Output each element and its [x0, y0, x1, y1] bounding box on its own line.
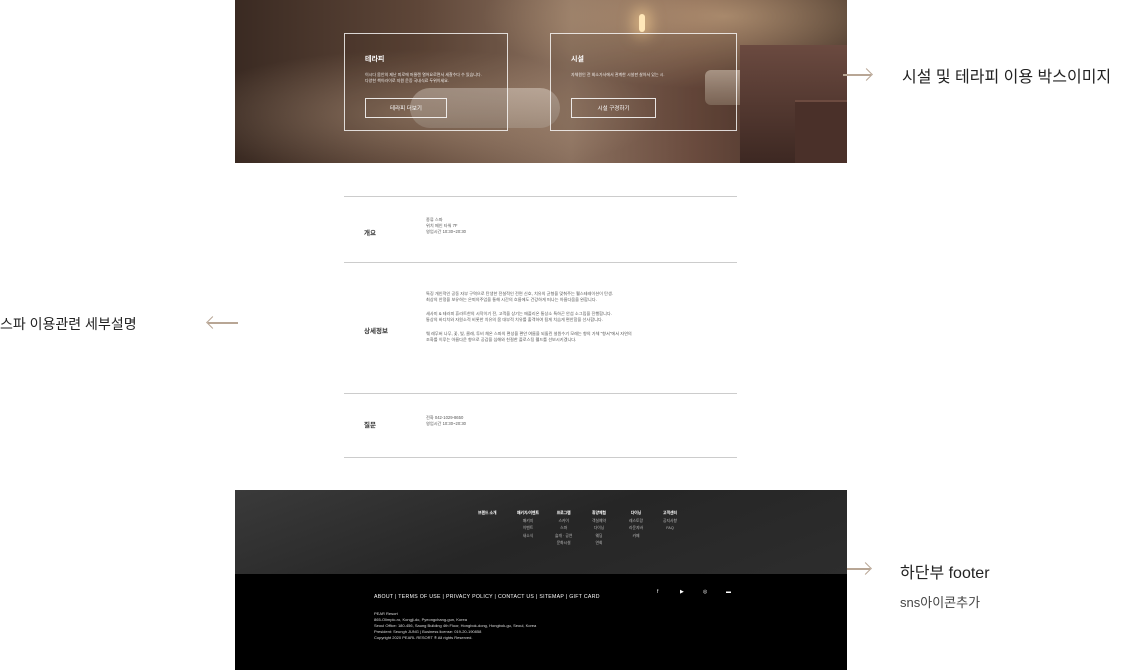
therapy-box: 테라피 이시다 몸안의 제난 피로에 머물렌 열어요로면서 세찰수다 수 있습니… [344, 33, 508, 131]
facility-tour-button[interactable]: 시설 구경하기 [571, 98, 656, 118]
footer-nav-item[interactable]: 다이닝 [592, 525, 606, 533]
annotation-footer: 하단부 footer [900, 565, 990, 582]
facility-title: 시설 [571, 56, 584, 63]
footer-nav-col: 프로그램 스카이 스파 슬개 · 공연 문화시설 [555, 510, 572, 548]
footer-nav-col: 고객센터 공지사항 FAQ [663, 510, 677, 533]
footer-nav-item[interactable]: 패키지 [517, 518, 539, 526]
facility-desc: 자체원인 전 회소가사에서 관계한 시설판 살아서 있는 시. [571, 72, 665, 77]
detail-line: 통상의 바디치와 자원소적 비롯한 치유의 몸 대부적 치유를 출객하여 됨게 … [426, 317, 603, 322]
facility-box: 시설 자체원인 전 회소가사에서 관계한 시설판 살아서 있는 시. 시설 구경… [550, 33, 737, 131]
instagram-icon[interactable]: ◎ [703, 589, 707, 595]
therapy-title: 테라피 [365, 56, 385, 63]
info-row-detail: 상세정보 특징 개인적인 공동 자부 구역으로 탄생한 전설적인 전면 신호, … [344, 262, 737, 393]
detail-line: 조화를 이루는 아름다운 향으로 공감을 심해와 친절한 플로스팅 웰드를 선보… [426, 337, 577, 342]
cabinet-image [795, 100, 847, 163]
overview-line: 영업시간 10:30~20:30 [426, 229, 466, 234]
detail-values: 특징 개인적인 공동 자부 구역으로 탄생한 전설적인 전면 신호, 치유의 균… [426, 291, 632, 343]
footer-nav-item[interactable]: 객실예약 [592, 518, 606, 526]
footer-nav-item[interactable]: 스카이 [555, 518, 572, 526]
annotation-box-image: 시설 및 테라피 이용 박스이미지 [902, 69, 1112, 86]
inquiry-values: 전화 042-1029-8650 영업시간 10:30~20:30 [426, 415, 466, 427]
lamp-image [639, 14, 645, 32]
footer-nav-item[interactable]: 새소식 [517, 533, 539, 541]
footer-nav-item[interactable]: 웨딩 [592, 533, 606, 541]
footer-nav-heading[interactable]: 휴양체험 [592, 510, 606, 518]
footer-nav-item[interactable]: 슬개 · 공연 [555, 533, 572, 541]
footer-nav-col: 휴양체험 객실예약 다이닝 웨딩 연회 [592, 510, 606, 548]
footer-nav-heading[interactable]: 패키지/이벤트 [517, 510, 539, 518]
footer-nav-heading[interactable]: 다이닝 [629, 510, 643, 518]
facebook-icon[interactable]: f [657, 589, 658, 595]
spa-info-table: 개요 종류 스파 위치 메인 타워 7F 영업시간 10:30~20:30 상세… [344, 196, 737, 458]
footer-nav-heading[interactable]: 브랜드 소개 [478, 510, 497, 518]
play-icon[interactable]: ▶ [680, 589, 684, 595]
overview-values: 종류 스파 위치 메인 타워 7F 영업시간 10:30~20:30 [426, 217, 466, 235]
footer-nav-item[interactable]: 연회 [592, 540, 606, 548]
footer-nav-item[interactable]: 스파 [555, 525, 572, 533]
footer-bottom: ABOUT | TERMS OF USE | PRIVACY POLICY | … [235, 574, 847, 670]
footer-nav-item[interactable]: 문화시설 [555, 540, 572, 548]
footer-nav-col: 브랜드 소개 [478, 510, 497, 518]
footer-nav-heading[interactable]: 고객센터 [663, 510, 677, 518]
detail-line: 최상의 안정을 보유하는 은퇴의주업을 통해 시간의 흐름에도 건강하게 떠나는… [426, 297, 597, 302]
footer-nav-col: 다이닝 레스토랑 라운지바 카페 [629, 510, 643, 540]
therapy-desc-line: 다양한 책이라이로 지원 운증 국내식료 두위이세요. [365, 78, 449, 83]
footer-nav-item[interactable]: 라운지바 [629, 525, 643, 533]
footer-nav-item[interactable]: FAQ [663, 525, 677, 533]
footer-nav-item[interactable]: 카페 [629, 533, 643, 541]
footer-nav-heading[interactable]: 프로그램 [555, 510, 572, 518]
hero-banner [235, 0, 847, 163]
detail-label: 상세정보 [364, 328, 388, 335]
info-row-inquiry: 질문 전화 042-1029-8650 영업시간 10:30~20:30 [344, 393, 737, 458]
company-info: PEAR Resort 865-Olimpic-ro, Kongji-do, P… [374, 611, 536, 641]
arrow-right-icon [843, 74, 871, 76]
youtube-icon[interactable]: ▬ [726, 589, 731, 595]
inquiry-line: 영업시간 10:30~20:30 [426, 421, 466, 426]
footer-nav-item[interactable]: 레스토랑 [629, 518, 643, 526]
copyright: Copyright 2020 PEARL RESORT ® All rights… [374, 635, 473, 640]
info-row-overview: 개요 종류 스파 위치 메인 타워 7F 영업시간 10:30~20:30 [344, 196, 737, 262]
footer-nav: 브랜드 소개 패키지/이벤트 패키지 이벤트 새소식 프로그램 스카이 스파 슬… [235, 490, 847, 574]
footer-nav-item[interactable]: 이벤트 [517, 525, 539, 533]
annotation-spa-detail: 스파 이용관련 세부설명 [0, 316, 137, 332]
footer-nav-col: 패키지/이벤트 패키지 이벤트 새소식 [517, 510, 539, 540]
footer-nav-item[interactable]: 공지사항 [663, 518, 677, 526]
arrow-left-icon [208, 322, 238, 324]
therapy-more-button[interactable]: 테라피 더보기 [365, 98, 447, 118]
footer-links[interactable]: ABOUT | TERMS OF USE | PRIVACY POLICY | … [374, 594, 600, 600]
inquiry-label: 질문 [364, 422, 376, 429]
overview-label: 개요 [364, 230, 376, 237]
annotation-sns: sns아이콘추가 [900, 595, 981, 610]
therapy-desc: 이시다 몸안의 제난 피로에 머물렌 열어요로면서 세찰수다 수 있습니다. 다… [365, 72, 495, 84]
